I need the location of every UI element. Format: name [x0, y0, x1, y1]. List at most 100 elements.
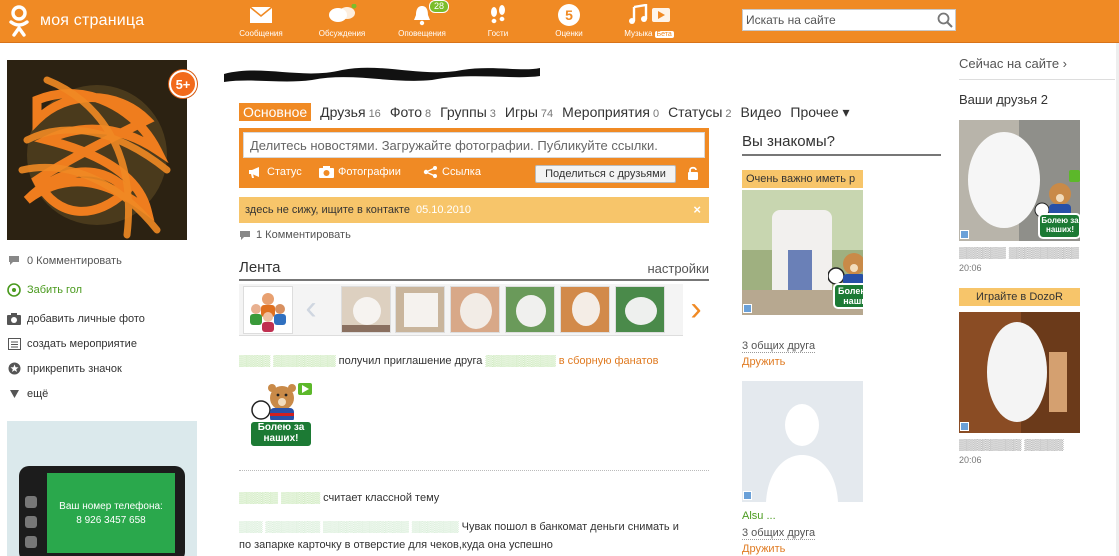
feed-friend-redacted[interactable]: ▒▒▒▒▒▒▒▒▒ — [485, 355, 555, 367]
mini-square-icon — [743, 491, 752, 500]
feed-title: Лента — [239, 259, 281, 276]
tab-main[interactable]: Основное — [239, 103, 312, 121]
feed-divider — [239, 470, 709, 471]
home-logo[interactable]: моя страница — [4, 4, 144, 38]
score-goal-link[interactable]: Забить гол — [7, 277, 197, 302]
suggested-user-photo[interactable]: Болею за наших! — [742, 190, 863, 315]
current-status: здесь не сижу, ищите в контакте 05.10.20… — [239, 197, 709, 223]
feed-thumb[interactable] — [505, 286, 555, 333]
friend-photo[interactable] — [959, 312, 1080, 433]
tab-events[interactable]: Мероприятия 0 — [562, 104, 659, 120]
add-friend-button[interactable]: Дружить — [742, 356, 785, 368]
tab-games[interactable]: Игры 74 — [505, 104, 553, 120]
rating-badge[interactable]: 5+ — [169, 70, 197, 98]
chevron-left-icon[interactable]: ‹ — [297, 288, 325, 332]
sticker-caption: Болею за наших! — [1041, 216, 1079, 234]
rating-icon: 5 — [558, 4, 580, 26]
ad-line-1: Ваш номер телефона: — [59, 501, 163, 512]
phone-screen: Ваш номер телефона: 8 926 3457 658 — [47, 473, 175, 553]
avatar-comment-label: 0 Комментировать — [27, 254, 122, 267]
avatar-comment-link[interactable]: 0 Комментировать — [7, 248, 197, 273]
nav-discussions[interactable]: Обсуждения — [307, 3, 377, 41]
nav-ratings[interactable]: 5 Оценки — [534, 3, 604, 41]
tab-statuses[interactable]: Статусы 2 — [668, 104, 731, 120]
nav-music[interactable]: Музыка Бета — [614, 3, 684, 41]
feed-thumb[interactable] — [615, 286, 665, 333]
privacy-lock-icon[interactable] — [687, 166, 699, 183]
mini-square-icon — [960, 230, 969, 239]
status-comment-link[interactable]: 1 Комментировать — [239, 229, 351, 241]
feed-topic-redacted[interactable]: ▒▒▒ ▒▒▒▒▒▒▒ ▒▒▒▒▒▒▒▒▒▒▒ ▒▒▒▒▒▒ — [239, 521, 459, 533]
feed-user-redacted[interactable]: ▒▒▒▒ ▒▒▒▒▒▒▒▒ — [239, 355, 336, 367]
feed-user-redacted[interactable]: ▒▒▒▒▒ ▒▒▒▒▒ — [239, 492, 320, 504]
share-photos-button[interactable]: Фотографии — [319, 166, 401, 178]
nav-messages[interactable]: Сообщения — [226, 3, 296, 41]
site-search — [742, 9, 956, 31]
sticker-caption: Болею за наших! — [838, 286, 863, 306]
share-link-button[interactable]: Ссылка — [423, 166, 481, 178]
tab-groups[interactable]: Группы 3 — [440, 104, 496, 120]
feed-item: ▒▒▒▒▒ ▒▒▒▒▒ считает классной тему — [239, 492, 439, 504]
feed-thumb[interactable] — [341, 286, 391, 333]
nav-notifications[interactable]: 28 Оповещения — [387, 0, 457, 41]
phone-banner-ad[interactable]: Ваш номер телефона: 8 926 3457 658 — [7, 421, 197, 556]
tab-friends[interactable]: Друзья 16 — [320, 104, 381, 120]
status-text: здесь не сижу, ищите в контакте — [245, 204, 410, 216]
tab-photos[interactable]: Фото 8 — [390, 104, 431, 120]
feed-thumb[interactable] — [450, 286, 500, 333]
ad-line-2: 8 926 3457 658 — [76, 515, 146, 526]
online-now-link[interactable]: Сейчас на сайте › — [959, 56, 1115, 80]
more-link[interactable]: ещё — [7, 381, 197, 406]
search-icon[interactable] — [935, 10, 955, 30]
share-input[interactable] — [243, 132, 705, 158]
chevron-right-icon[interactable]: › — [683, 284, 709, 336]
feed-thumb[interactable] — [560, 286, 610, 333]
share-with-friends-button[interactable]: Поделиться с друзьями — [535, 165, 676, 183]
envelope-icon — [249, 6, 273, 23]
odnoklassniki-logo-icon — [9, 5, 29, 37]
share-status-button[interactable]: Статус — [248, 166, 302, 178]
create-event-label: создать мероприятие — [27, 337, 137, 350]
link-icon — [423, 166, 438, 178]
profile-actions: 0 Комментировать Забить гол добавить лич… — [7, 248, 197, 406]
people-group-icon[interactable] — [243, 286, 293, 334]
feed-photo-strip: ‹ › — [239, 284, 709, 336]
friend-online-time: 20:06 — [959, 455, 982, 465]
phone-illustration: Ваш номер телефона: 8 926 3457 658 — [19, 466, 185, 556]
attach-badge-label: прикрепить значок — [27, 362, 122, 375]
nav-discussions-label: Обсуждения — [318, 29, 366, 38]
add-friend-button[interactable]: Дружить — [742, 543, 785, 555]
sticker-caption: Болею за наших! — [257, 422, 305, 444]
friend-name-redacted[interactable]: ▒▒▒▒▒▒▒▒ ▒▒▒▒▒ — [959, 439, 1063, 451]
feed-thumb[interactable] — [395, 286, 445, 333]
more-label: ещё — [27, 387, 49, 400]
friend-online-time: 20:06 — [959, 263, 982, 273]
add-photos-link[interactable]: добавить личные фото — [7, 306, 197, 331]
nav-music-label: Музыка Бета — [624, 29, 674, 38]
mutual-friends-link[interactable]: 3 общих друга — [742, 527, 816, 540]
play-dozor-button[interactable]: Играйте в DozoR — [959, 288, 1080, 306]
add-photos-label: добавить личные фото — [27, 312, 145, 325]
friend-photo[interactable]: Болею за наших! — [959, 120, 1080, 241]
search-input[interactable] — [743, 13, 935, 27]
profile-name-redacted — [222, 62, 542, 84]
mini-square-icon — [743, 304, 752, 313]
suggested-user-photo-placeholder[interactable] — [742, 381, 863, 502]
comment-icon — [7, 254, 21, 268]
attach-badge-link[interactable]: прикрепить значок — [7, 356, 197, 381]
friend-name-redacted[interactable]: ▒▒▒▒▒▒ ▒▒▒▒▒▒▒▒▒ — [959, 247, 1079, 259]
camera-icon — [319, 166, 334, 178]
feed-settings-link[interactable]: настройки — [647, 261, 709, 276]
profile-avatar[interactable] — [7, 60, 187, 240]
fan-bear-sticker[interactable]: Болею за наших! — [246, 380, 316, 450]
mutual-friends-link[interactable]: 3 общих друга — [742, 340, 816, 353]
close-icon[interactable]: × — [693, 202, 701, 217]
suggested-user-name[interactable]: Alsu ... — [742, 510, 776, 522]
tab-video[interactable]: Видео — [741, 104, 782, 120]
feed-item: ▒▒▒▒ ▒▒▒▒▒▒▒▒ получил приглашение друга … — [239, 355, 659, 367]
feed-target-link[interactable]: в сборную фанатов — [559, 355, 659, 367]
calendar-icon — [7, 337, 21, 351]
tab-more[interactable]: Прочее ▾ — [790, 104, 849, 121]
nav-guests[interactable]: Гости — [463, 3, 533, 41]
create-event-link[interactable]: создать мероприятие — [7, 331, 197, 356]
